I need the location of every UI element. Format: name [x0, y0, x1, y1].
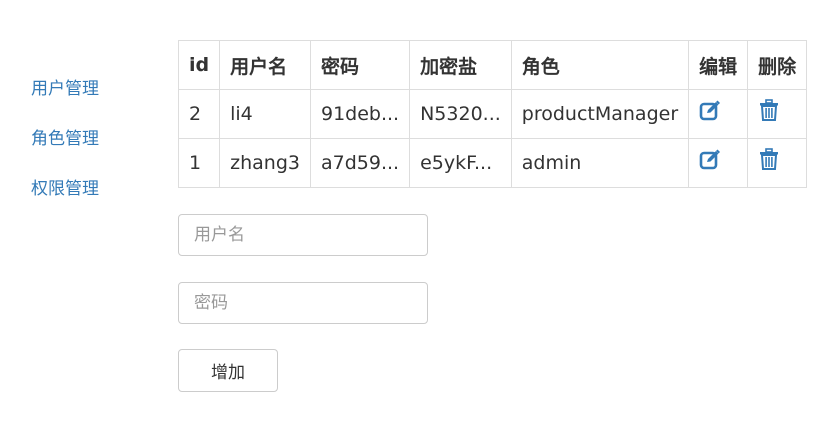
header-id: id — [177, 40, 221, 90]
page: 用户管理 角色管理 权限管理 id 用户名 密码 加密盐 角色 编辑 删除 2 … — [0, 0, 831, 424]
table-row: 1 zhang3 a7d59... e5ykF... admin — [177, 138, 808, 188]
cell-password: 91deb... — [309, 89, 411, 139]
header-edit: 编辑 — [688, 40, 749, 90]
cell-salt: N5320... — [409, 89, 512, 139]
add-button[interactable]: 增加 — [178, 349, 278, 392]
header-role: 角色 — [510, 40, 690, 90]
table-header-row: id 用户名 密码 加密盐 角色 编辑 删除 — [177, 40, 808, 90]
sidebar-item-user-management[interactable]: 用户管理 — [31, 76, 151, 102]
cell-edit — [688, 138, 749, 188]
cell-delete — [747, 138, 808, 188]
header-delete: 删除 — [747, 40, 808, 90]
edit-icon[interactable] — [699, 148, 721, 170]
header-salt: 加密盐 — [409, 40, 512, 90]
cell-salt: e5ykF... — [409, 138, 512, 188]
password-input[interactable] — [178, 282, 428, 324]
cell-role: admin — [510, 138, 690, 188]
cell-role: productManager — [510, 89, 690, 139]
cell-password: a7d59... — [309, 138, 411, 188]
users-table: id 用户名 密码 加密盐 角色 编辑 删除 2 li4 91deb... N5… — [177, 40, 808, 188]
trash-icon[interactable] — [758, 148, 780, 171]
trash-icon[interactable] — [758, 99, 780, 122]
edit-icon[interactable] — [699, 99, 721, 121]
cell-id: 2 — [177, 89, 221, 139]
cell-delete — [747, 89, 808, 139]
cell-id: 1 — [177, 138, 221, 188]
cell-edit — [688, 89, 749, 139]
username-input[interactable] — [178, 214, 428, 256]
header-password: 密码 — [309, 40, 411, 90]
header-username: 用户名 — [219, 40, 311, 90]
cell-username: li4 — [219, 89, 311, 139]
sidebar: 用户管理 角色管理 权限管理 — [31, 76, 151, 226]
sidebar-item-role-management[interactable]: 角色管理 — [31, 126, 151, 152]
table-row: 2 li4 91deb... N5320... productManager — [177, 89, 808, 139]
cell-username: zhang3 — [219, 138, 311, 188]
sidebar-item-permission-management[interactable]: 权限管理 — [31, 176, 151, 202]
